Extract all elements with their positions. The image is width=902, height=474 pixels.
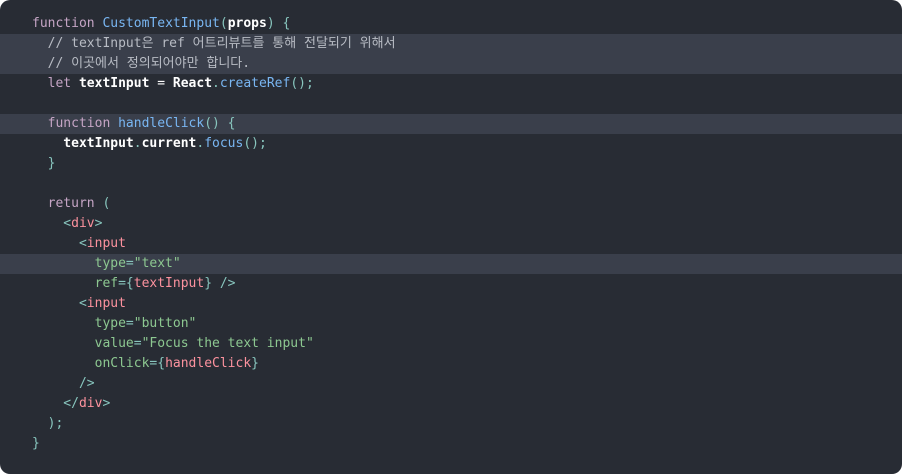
- code-token: }: [32, 436, 40, 451]
- code-token: ref: [32, 276, 119, 291]
- code-line: ref={textInput} />: [0, 274, 902, 294]
- code-token: ={: [118, 276, 134, 291]
- code-token: >: [94, 216, 103, 231]
- code-line: return (: [0, 194, 902, 214]
- code-token: ={: [149, 356, 166, 371]
- code-token: />: [32, 376, 95, 391]
- code-token: ();: [243, 136, 267, 151]
- code-token: ();: [290, 76, 314, 91]
- code-token: handleClick: [165, 356, 252, 371]
- code-line: }: [0, 154, 902, 174]
- code-line: function CustomTextInput(props) {: [0, 14, 902, 34]
- code-line: onClick={handleClick}: [0, 354, 902, 374]
- code-token: }: [251, 356, 259, 371]
- code-token: CustomTextInput: [102, 16, 220, 31]
- code-line: <input: [0, 234, 902, 254]
- code-token: function: [32, 116, 111, 131]
- code-line: }: [0, 434, 902, 454]
- code-block: function CustomTextInput(props) { // tex…: [0, 0, 902, 474]
- code-token: type: [32, 316, 126, 331]
- code-token: (: [219, 16, 228, 31]
- code-token: =: [125, 316, 134, 331]
- code-token: current: [141, 136, 197, 151]
- code-token: );: [32, 416, 64, 431]
- code-line: />: [0, 374, 902, 394]
- code-token: div: [71, 216, 95, 231]
- code-token: }: [32, 156, 56, 171]
- code-token: =: [157, 76, 173, 91]
- code-token: // 이곳에서 정의되어야만 합니다.: [32, 56, 251, 71]
- code-line: // 이곳에서 정의되어야만 합니다.: [0, 54, 902, 74]
- code-line: type="button": [0, 314, 902, 334]
- code-token: React: [172, 76, 213, 91]
- code-token: (: [94, 196, 111, 211]
- code-token: value: [32, 336, 134, 351]
- code-line: <div>: [0, 214, 902, 234]
- code-token: <: [32, 236, 87, 251]
- code-token: onClick: [32, 356, 150, 371]
- code-token: .: [212, 76, 220, 91]
- code-token: textInput: [32, 136, 134, 151]
- code-line: value="Focus the text input": [0, 334, 902, 354]
- code-line: <input: [0, 294, 902, 314]
- code-token: >: [102, 396, 111, 411]
- code-line: type="text": [0, 254, 902, 274]
- code-token: <: [32, 216, 72, 231]
- code-token: "text": [133, 256, 181, 271]
- code-token: "button": [133, 316, 197, 331]
- code-token: textInput: [133, 276, 205, 291]
- code-token: let: [32, 76, 72, 91]
- code-token: "Focus the text input": [141, 336, 314, 351]
- code-token: createRef: [219, 76, 291, 91]
- code-line: function handleClick() {: [0, 114, 902, 134]
- code-token: focus: [204, 136, 244, 151]
- code-token: function: [32, 16, 95, 31]
- code-line: // textInput은 ref 어트리뷰트를 통해 전달되기 위해서: [0, 34, 902, 54]
- code-token: =: [125, 256, 134, 271]
- code-token: input: [86, 236, 126, 251]
- code-token: type: [32, 256, 126, 271]
- code-token: .: [133, 136, 142, 151]
- code-token: ): [266, 16, 275, 31]
- code-token: =: [133, 336, 142, 351]
- code-token: () {: [204, 116, 236, 131]
- code-token: props: [227, 16, 267, 31]
- code-token: textInput: [71, 76, 158, 91]
- code-token: input: [86, 296, 126, 311]
- code-line: </div>: [0, 394, 902, 414]
- code-line: );: [0, 414, 902, 434]
- code-token: handleClick: [118, 116, 205, 131]
- code-token: return: [32, 196, 95, 211]
- code-token: {: [274, 16, 291, 31]
- code-token: div: [78, 396, 103, 411]
- code-line: textInput.current.focus();: [0, 134, 902, 154]
- code-token: </: [32, 396, 79, 411]
- code-token: // textInput은 ref 어트리뷰트를 통해 전달되기 위해서: [32, 36, 396, 51]
- code-token: } />: [204, 276, 236, 291]
- code-token: <: [32, 296, 87, 311]
- code-line: let textInput = React.createRef();: [0, 74, 902, 94]
